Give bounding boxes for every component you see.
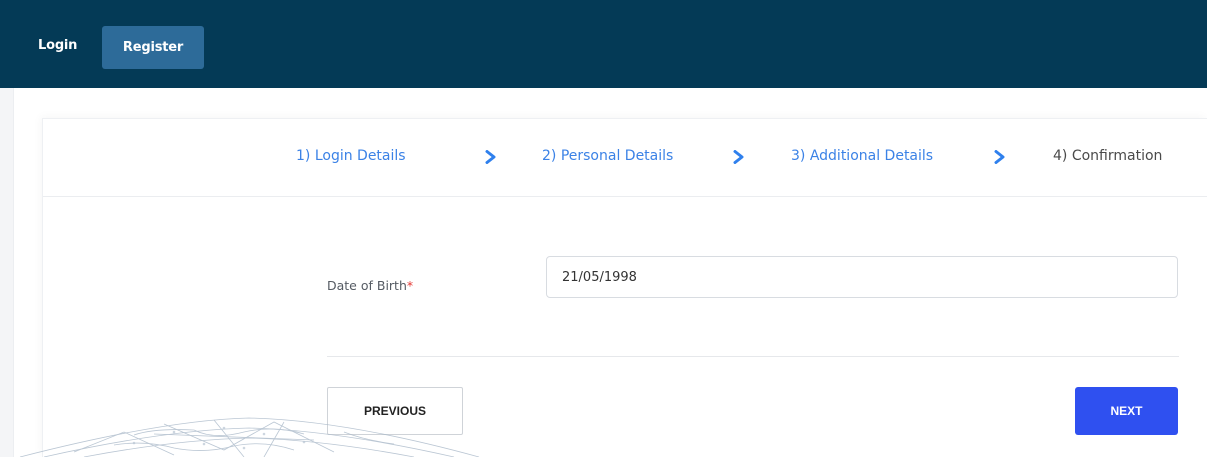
dob-input[interactable] bbox=[546, 256, 1178, 298]
step-personal-details[interactable]: 2) Personal Details bbox=[542, 148, 673, 164]
step-additional-details[interactable]: 3) Additional Details bbox=[791, 148, 933, 164]
dob-label-text: Date of Birth bbox=[327, 278, 407, 293]
step-login-details[interactable]: 1) Login Details bbox=[296, 148, 406, 164]
step-confirmation: 4) Confirmation bbox=[1053, 148, 1163, 164]
chevron-right-icon bbox=[733, 150, 744, 164]
nav-register-button[interactable]: Register bbox=[102, 26, 204, 69]
required-marker: * bbox=[406, 278, 414, 293]
registration-card: 1) Login Details 2) Personal Details 3) … bbox=[42, 118, 1207, 457]
chevron-right-icon bbox=[485, 150, 496, 164]
form-divider bbox=[327, 356, 1179, 357]
dob-label: Date of Birth* bbox=[327, 278, 413, 293]
top-navbar: Login Register bbox=[0, 0, 1207, 88]
wizard-steps: 1) Login Details 2) Personal Details 3) … bbox=[43, 119, 1207, 197]
registration-page: Login Register 1) Login Details 2) Perso… bbox=[0, 0, 1207, 457]
nav-login-link[interactable]: Login bbox=[38, 38, 77, 53]
globe-map-icon bbox=[19, 417, 480, 457]
next-button[interactable]: NEXT bbox=[1075, 387, 1178, 435]
chevron-right-icon bbox=[994, 150, 1005, 164]
left-rail bbox=[0, 88, 14, 457]
